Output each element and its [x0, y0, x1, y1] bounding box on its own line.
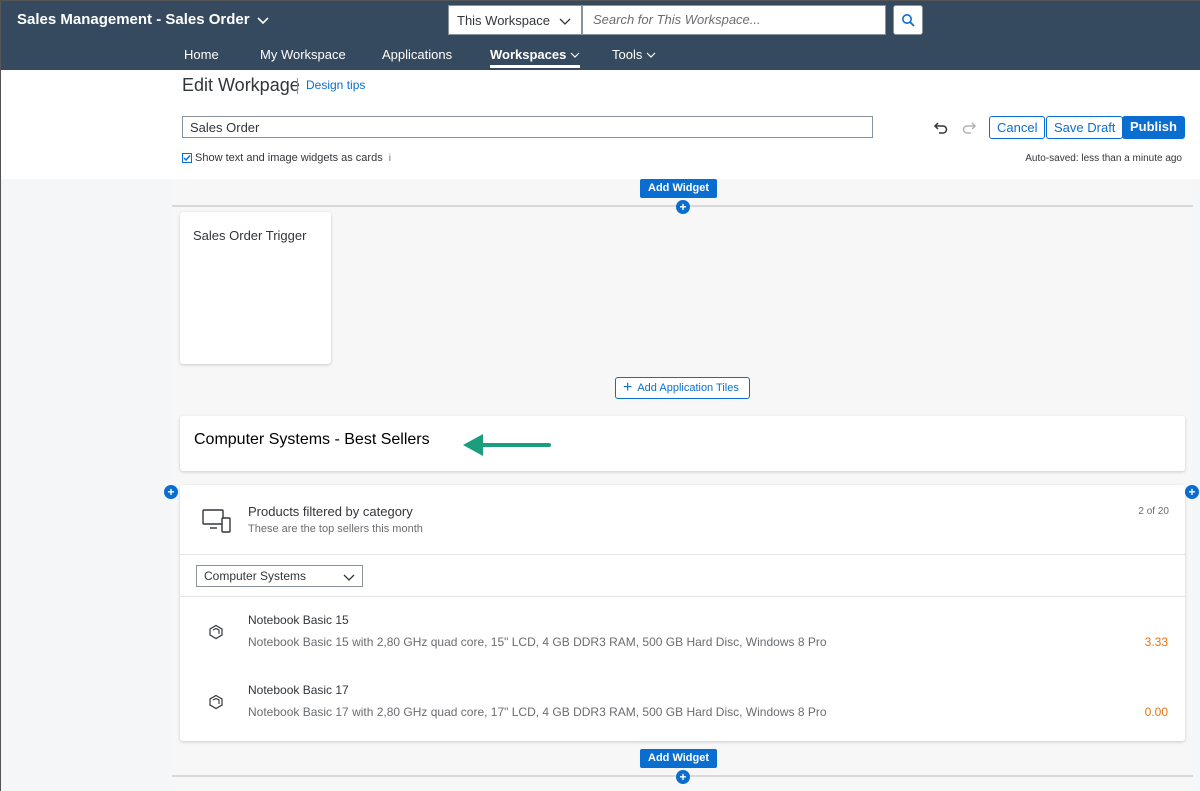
app-tile[interactable]: Sales Order Trigger	[180, 212, 331, 364]
shell-bar: Sales Management - Sales Order This Work…	[1, 1, 1200, 70]
nav-tools[interactable]: Tools	[612, 47, 656, 62]
top-navigation: Home My Workspace Applications Workspace…	[1, 45, 1200, 70]
plus-icon: +	[623, 379, 633, 396]
left-arrow-icon	[463, 434, 551, 456]
search-scope-value: This Workspace	[457, 13, 550, 28]
checkbox-label: Show text and image widgets as cards	[195, 152, 383, 164]
add-tiles-label: Add Application Tiles	[637, 382, 739, 394]
product-list-widget[interactable]: Products filtered by category These are …	[180, 485, 1185, 741]
left-gutter	[1, 179, 172, 791]
page-title: Edit Workpage	[182, 75, 300, 95]
save-draft-button[interactable]: Save Draft	[1046, 116, 1124, 139]
chevron-down-icon	[570, 52, 580, 58]
autosave-status: Auto-saved: less than a minute ago	[1025, 153, 1182, 164]
search-input[interactable]: Search for This Workspace...	[582, 5, 886, 35]
item-value: 3.33	[1144, 635, 1168, 649]
add-application-tiles-button[interactable]: + Add Application Tiles	[615, 377, 750, 399]
item-description: Notebook Basic 15 with 2,80 GHz quad cor…	[248, 635, 827, 649]
add-section-plus-icon[interactable]: +	[676, 770, 690, 784]
design-tips-link[interactable]: Design tips	[297, 78, 365, 94]
product-box-icon	[209, 694, 223, 710]
add-section-plus-icon[interactable]: +	[676, 200, 690, 214]
chevron-down-icon	[559, 18, 571, 25]
item-description: Notebook Basic 17 with 2,80 GHz quad cor…	[248, 705, 827, 719]
nav-label: Workspaces	[490, 47, 567, 62]
category-filter-select[interactable]: Computer Systems	[196, 565, 363, 587]
nav-home[interactable]: Home	[184, 47, 219, 62]
card-widgets-option: Show text and image widgets as cards i	[182, 152, 391, 164]
add-widget-button[interactable]: Add Widget	[640, 749, 717, 768]
undo-icon[interactable]	[933, 119, 949, 135]
devices-icon	[202, 509, 231, 533]
insert-left-plus-icon[interactable]: +	[164, 485, 178, 499]
search-icon	[902, 14, 915, 27]
chevron-down-icon	[343, 574, 355, 581]
chevron-down-icon	[257, 16, 269, 24]
chevron-down-icon	[646, 52, 656, 58]
item-name: Notebook Basic 17	[248, 683, 349, 697]
nav-applications[interactable]: Applications	[382, 47, 452, 62]
edit-workpage-header: Edit Workpage Design tips Cancel Save Dr…	[1, 70, 1200, 179]
nav-workspaces[interactable]: Workspaces	[490, 47, 581, 68]
list-item[interactable]: Notebook Basic 15 Notebook Basic 15 with…	[180, 603, 1185, 673]
list-card-subtitle: These are the top sellers this month	[248, 523, 423, 535]
divider	[180, 596, 1185, 597]
list-card-title: Products filtered by category	[248, 504, 413, 519]
product-box-icon	[209, 624, 223, 640]
text-widget-card[interactable]: Computer Systems - Best Sellers	[180, 416, 1185, 471]
nav-label: Applications	[382, 47, 453, 62]
list-item[interactable]: Notebook Basic 17 Notebook Basic 17 with…	[180, 673, 1185, 743]
section-title: Computer Systems - Best Sellers	[194, 431, 430, 448]
checkmark-icon	[183, 155, 191, 162]
tile-title: Sales Order Trigger	[193, 228, 307, 243]
redo-icon[interactable]	[961, 119, 977, 135]
nav-label: Home	[184, 47, 219, 62]
app-title: Sales Management - Sales Order	[17, 11, 250, 28]
add-widget-button[interactable]: Add Widget	[640, 179, 717, 198]
list-card-count: 2 of 20	[1138, 506, 1169, 517]
nav-label: Tools	[612, 47, 643, 62]
item-value: 0.00	[1144, 705, 1168, 719]
info-icon[interactable]: i	[389, 153, 391, 164]
app-title-menu[interactable]: Sales Management - Sales Order	[17, 11, 270, 28]
divider	[180, 554, 1185, 555]
cancel-button[interactable]: Cancel	[989, 116, 1046, 139]
publish-button[interactable]: Publish	[1122, 116, 1185, 139]
category-filter-value: Computer Systems	[204, 569, 307, 583]
nav-my-workspace[interactable]: My Workspace	[260, 47, 346, 62]
show-as-cards-checkbox[interactable]	[182, 153, 192, 163]
search-scope-select[interactable]: This Workspace	[448, 5, 582, 35]
nav-label: My Workspace	[260, 47, 346, 62]
search-button[interactable]	[893, 5, 923, 35]
workpage-title-input[interactable]	[182, 116, 873, 138]
insert-right-plus-icon[interactable]: +	[1185, 485, 1199, 499]
item-name: Notebook Basic 15	[248, 613, 349, 627]
